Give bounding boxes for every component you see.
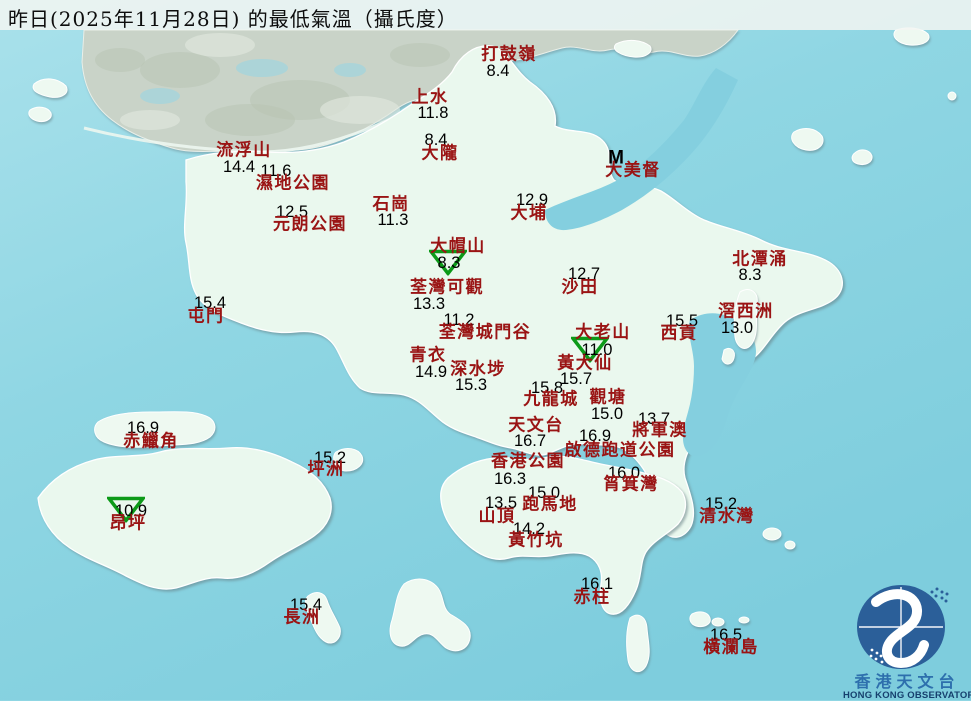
station-name-kai-tak-runway-park: 啟德跑道公園 [564, 440, 676, 461]
station-name-happy-valley: 跑馬地 [522, 494, 578, 515]
station-name-hk-observatory: 天文台 [508, 415, 564, 436]
station-name-kwun-tong: 觀塘 [589, 387, 627, 408]
station-name-hong-kong-park: 香港公園 [491, 451, 565, 472]
station-name-tsing-yi: 青衣 [409, 345, 447, 366]
station-name-chek-lap-kok: 赤鱲角 [123, 431, 179, 452]
station-value-hong-kong-park: 16.3 [493, 469, 527, 488]
station-name-tseung-kwan-o: 將軍澳 [632, 420, 688, 441]
station-name-tai-lung: 大隴 [421, 143, 459, 164]
station-name-shek-kong: 石崗 [372, 194, 410, 215]
station-name-wetland-park: 濕地公園 [256, 173, 330, 194]
station-value-tai-mo-shan: 8.3 [437, 253, 461, 272]
station-name-tsuen-wan-ho-koon: 荃灣可觀 [410, 277, 484, 298]
station-name-sham-shui-po: 深水埗 [450, 359, 506, 380]
station-name-tai-mei-tuk: 大美督 [605, 160, 661, 181]
station-name-tates-cairn: 大老山 [575, 322, 631, 343]
station-name-kau-sai-chau: 滘西洲 [718, 301, 774, 322]
hko-logo: 香港天文台 HONG KONG OBSERVATORY [843, 572, 971, 701]
station-value-lau-fau-shan: 14.4 [222, 157, 256, 176]
station-name-sheung-shui: 上水 [411, 87, 449, 108]
map-title: 昨日(2025年11月28日) 的最低氣溫（攝氏度） [8, 7, 458, 31]
station-value-tsing-yi: 14.9 [414, 362, 448, 381]
station-name-waglan-island: 橫瀾島 [703, 637, 759, 658]
station-name-pak-tam-chung: 北潭涌 [732, 249, 788, 270]
station-name-peng-chau: 坪洲 [307, 459, 345, 480]
station-name-tuen-mun: 屯門 [187, 306, 225, 327]
station-value-kwun-tong: 15.0 [590, 404, 624, 423]
station-name-ta-kwu-ling: 打鼓嶺 [481, 44, 537, 65]
hko-min-temperature-map: { "title": "昨日(2025年11月28日) 的最低氣溫（攝氏度）",… [0, 0, 971, 701]
station-name-lau-fau-shan: 流浮山 [216, 140, 272, 161]
station-name-shau-kei-wan: 筲箕灣 [603, 474, 659, 495]
station-name-sai-kung: 西貢 [660, 323, 698, 344]
station-value-ta-kwu-ling: 8.4 [486, 61, 510, 80]
station-name-cheung-chau: 長洲 [283, 607, 321, 628]
hko-logo-chinese-name: 香港天文台 [854, 672, 960, 691]
station-name-ngong-ping: 昂坪 [109, 513, 147, 534]
station-name-sha-tin: 沙田 [561, 277, 599, 298]
station-name-kowloon-city: 九龍城 [523, 389, 579, 410]
hko-logo-english-name: HONG KONG OBSERVATORY [843, 690, 971, 701]
station-value-kau-sai-chau: 13.0 [720, 318, 754, 337]
station-name-tsuen-wan-shing-mun-valley: 荃灣城門谷 [438, 322, 532, 343]
station-value-tsuen-wan-ho-koon: 13.3 [412, 294, 446, 313]
station-name-tai-po: 大埔 [510, 203, 548, 224]
station-name-the-peak: 山頂 [478, 506, 516, 527]
station-name-wong-tai-sin: 黃大仙 [557, 353, 613, 374]
station-name-stanley: 赤柱 [573, 587, 611, 608]
stations-layer: 8.4 打鼓嶺 11.8 上水 8.4 大隴 14.4 流浮山 11.6 濕地公園 M 大美督 12.5… [0, 0, 971, 700]
station-name-clear-water-bay: 清水灣 [699, 506, 755, 527]
station-name-tai-mo-shan: 大帽山 [430, 236, 486, 257]
station-name-wong-chuk-hang: 黃竹坑 [508, 530, 564, 551]
station-name-yuen-long-park: 元朗公園 [273, 214, 347, 235]
